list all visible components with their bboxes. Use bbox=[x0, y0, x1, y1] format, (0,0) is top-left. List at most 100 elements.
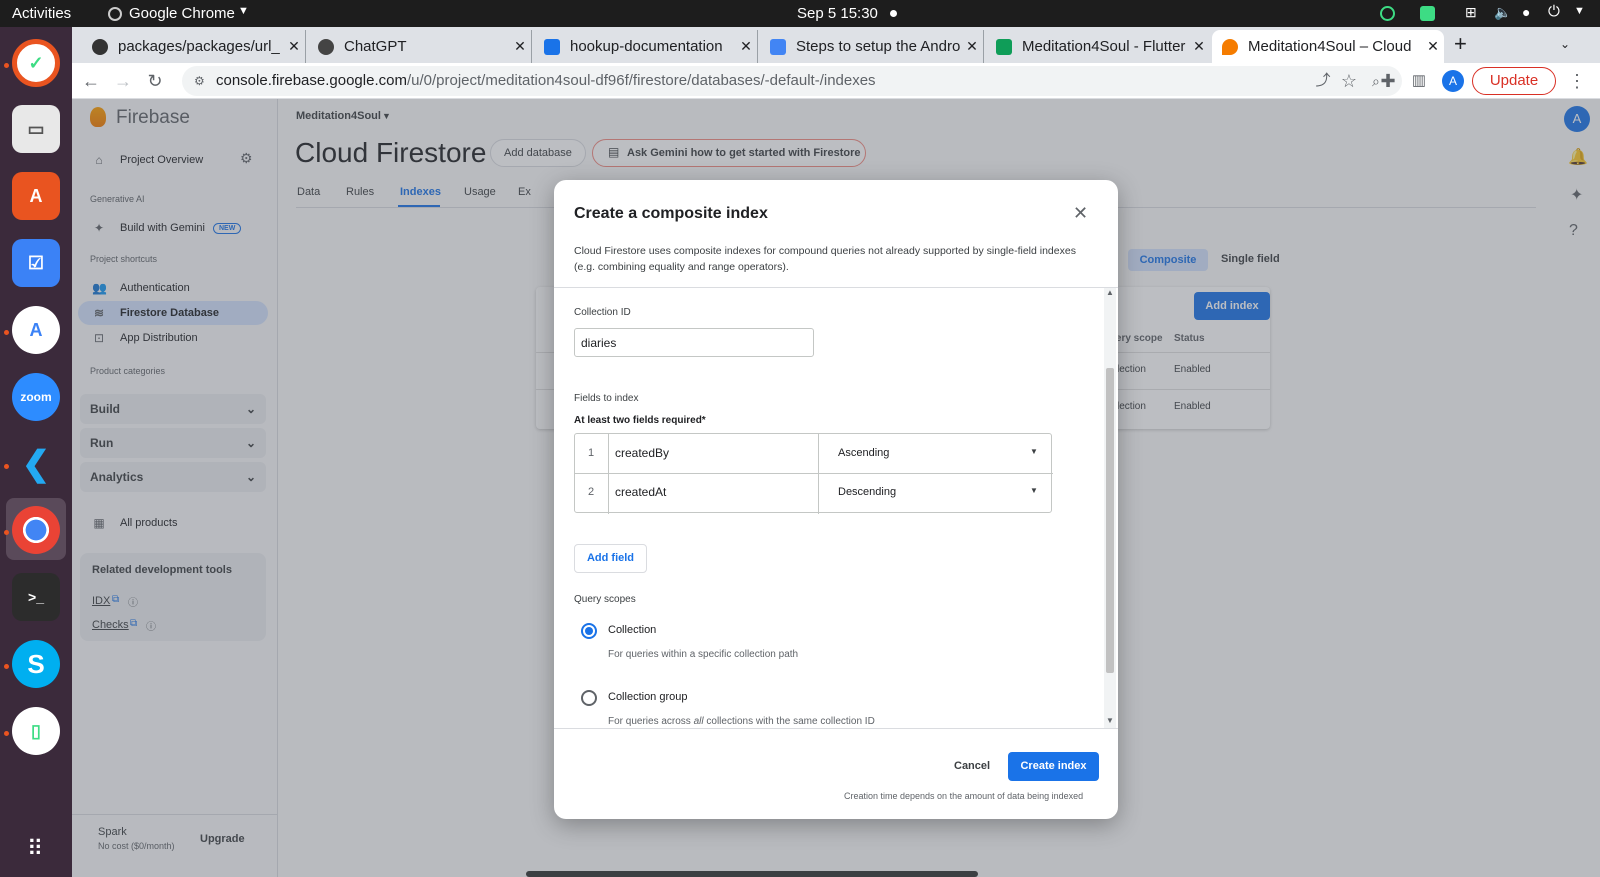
app-center-icon[interactable]: A bbox=[12, 172, 60, 220]
scrollbar-thumb[interactable] bbox=[1106, 368, 1114, 673]
address-bar[interactable]: ⚙ console.firebase.google.com/u/0/projec… bbox=[182, 66, 1402, 96]
profile-avatar[interactable]: A bbox=[1442, 70, 1464, 92]
system-menu-caret-icon[interactable]: ▼ bbox=[1574, 5, 1585, 17]
clock[interactable]: Sep 5 15:30 bbox=[797, 5, 878, 22]
reload-icon[interactable]: ↻ bbox=[144, 70, 166, 92]
extensions-icon[interactable]: ✚ bbox=[1377, 70, 1399, 92]
back-icon[interactable]: ← bbox=[80, 70, 102, 92]
terminal-icon[interactable]: >_ bbox=[12, 573, 60, 621]
divider bbox=[608, 434, 609, 514]
cancel-button[interactable]: Cancel bbox=[954, 760, 990, 772]
scope-collection-title: Collection bbox=[608, 624, 657, 636]
collection-id-input[interactable]: diaries bbox=[574, 328, 814, 357]
browser-tab[interactable]: packages/packages/url_ ✕ bbox=[82, 30, 306, 63]
tab-title: Steps to setup the Andro bbox=[796, 38, 961, 55]
fields-table: 1 createdBy Ascending ▼ 2 createdAt Desc… bbox=[574, 433, 1053, 514]
page-horizontal-scrollbar[interactable] bbox=[526, 871, 978, 877]
updater-icon[interactable]: ✓ bbox=[12, 39, 60, 87]
chatgpt-icon bbox=[318, 38, 334, 55]
network-icon[interactable]: ⊞ bbox=[1465, 4, 1477, 21]
scroll-up-icon[interactable]: ▲ bbox=[1106, 288, 1114, 297]
field-order-select[interactable]: Ascending bbox=[838, 447, 889, 459]
update-button[interactable]: Update bbox=[1472, 67, 1556, 95]
forward-icon[interactable]: → bbox=[112, 70, 134, 92]
creation-time-note: Creation time depends on the amount of d… bbox=[844, 791, 1084, 801]
android-studio-icon[interactable]: A bbox=[12, 306, 60, 354]
sync-status-icon[interactable] bbox=[1380, 6, 1395, 21]
firebase-favicon-icon bbox=[1222, 38, 1238, 55]
chrome-dock-icon[interactable] bbox=[12, 506, 60, 554]
volume-icon[interactable]: 🔈 bbox=[1494, 4, 1511, 21]
scope-collection-radio[interactable] bbox=[581, 623, 597, 639]
zoom-icon[interactable]: zoom bbox=[12, 373, 60, 421]
microphone-icon[interactable]: ● bbox=[1522, 4, 1530, 20]
close-tab-icon[interactable]: ✕ bbox=[1188, 38, 1210, 55]
desc-emphasis: all bbox=[693, 716, 704, 727]
close-tab-icon[interactable]: ✕ bbox=[1422, 38, 1444, 55]
tab-search-chevron-icon[interactable]: ⌄ bbox=[1560, 37, 1570, 51]
close-tab-icon[interactable]: ✕ bbox=[283, 38, 305, 55]
power-icon[interactable]: ⏻ bbox=[1548, 3, 1560, 20]
dropdown-arrow-icon[interactable]: ▼ bbox=[1030, 486, 1038, 495]
browser-tab[interactable]: ChatGPT ✕ bbox=[308, 30, 532, 63]
os-top-bar: Activities Google Chrome ▼ Sep 5 15:30 ⊞… bbox=[0, 0, 1600, 27]
github-icon bbox=[92, 38, 108, 55]
show-apps-grid-icon[interactable]: ⠿ bbox=[20, 833, 52, 865]
running-indicator bbox=[4, 63, 9, 68]
fields-hint: At least two fields required* bbox=[574, 415, 706, 426]
field-order-select[interactable]: Descending bbox=[838, 486, 896, 498]
scope-collection-group-radio[interactable] bbox=[581, 690, 597, 706]
divider bbox=[554, 728, 1118, 729]
browser-tab-strip: packages/packages/url_ ✕ ChatGPT ✕ hooku… bbox=[72, 27, 1600, 63]
browser-tab-active[interactable]: Meditation4Soul – Cloud ✕ bbox=[1212, 30, 1444, 63]
browser-toolbar: ← → ↻ ⚙ console.firebase.google.com/u/0/… bbox=[72, 63, 1600, 99]
page-icon bbox=[996, 38, 1012, 55]
shield-check-icon[interactable] bbox=[1420, 6, 1435, 21]
tab-title: Meditation4Soul - Flutter bbox=[1022, 38, 1186, 55]
dialog-title: Create a composite index bbox=[574, 205, 768, 222]
bookmark-star-icon[interactable]: ☆ bbox=[1338, 70, 1360, 92]
page-icon bbox=[770, 38, 786, 55]
divider bbox=[554, 287, 1118, 288]
create-index-button[interactable]: Create index bbox=[1008, 752, 1099, 781]
browser-tab[interactable]: Steps to setup the Andro ✕ bbox=[760, 30, 984, 63]
tab-title: packages/packages/url_ bbox=[118, 38, 280, 55]
running-indicator bbox=[4, 731, 9, 736]
url-path: /u/0/project/meditation4soul-df96f/fires… bbox=[406, 72, 876, 89]
dialog-description: Cloud Firestore uses composite indexes f… bbox=[574, 245, 1076, 273]
tab-title: Meditation4Soul – Cloud bbox=[1248, 38, 1412, 55]
close-tab-icon[interactable]: ✕ bbox=[961, 38, 983, 55]
dropdown-arrow-icon[interactable]: ▼ bbox=[1030, 447, 1038, 456]
docs-icon bbox=[544, 38, 560, 55]
desc-text: For queries across bbox=[608, 716, 694, 727]
create-index-dialog: Create a composite index ✕ Cloud Firesto… bbox=[554, 180, 1118, 819]
share-icon[interactable]: ⤴ bbox=[1312, 70, 1334, 92]
collection-id-label: Collection ID bbox=[574, 307, 631, 318]
browser-tab[interactable]: Meditation4Soul - Flutter ✕ bbox=[986, 30, 1210, 63]
site-info-icon[interactable]: ⚙ bbox=[194, 66, 205, 96]
url-domain: console.firebase.google.com bbox=[216, 72, 407, 89]
files-icon[interactable]: ▭ bbox=[12, 105, 60, 153]
dialog-scrollbar[interactable]: ▲ ▼ bbox=[1104, 288, 1116, 728]
scope-collection-group-title: Collection group bbox=[608, 691, 688, 703]
scroll-down-icon[interactable]: ▼ bbox=[1106, 716, 1114, 725]
side-panel-icon[interactable]: ▥ bbox=[1408, 70, 1430, 92]
field-path-input[interactable]: createdAt bbox=[615, 485, 666, 499]
device-icon[interactable]: ▯ bbox=[12, 707, 60, 755]
add-field-button[interactable]: Add field bbox=[574, 544, 647, 573]
close-tab-icon[interactable]: ✕ bbox=[509, 38, 531, 55]
new-tab-icon[interactable]: + bbox=[1454, 31, 1467, 57]
browser-menu-icon[interactable]: ⋮ bbox=[1566, 70, 1588, 92]
activities-button[interactable]: Activities bbox=[12, 5, 71, 22]
divider bbox=[818, 434, 819, 514]
field-number: 1 bbox=[588, 447, 595, 459]
close-tab-icon[interactable]: ✕ bbox=[735, 38, 757, 55]
tasks-icon[interactable]: ☑ bbox=[12, 239, 60, 287]
tab-title: hookup-documentation bbox=[570, 38, 723, 55]
browser-tab[interactable]: hookup-documentation ✕ bbox=[534, 30, 758, 63]
field-path-input[interactable]: createdBy bbox=[615, 446, 669, 460]
vscode-icon[interactable]: ❮ bbox=[12, 440, 60, 488]
skype-icon[interactable]: S bbox=[12, 640, 60, 688]
close-icon[interactable]: ✕ bbox=[1073, 203, 1088, 224]
app-menu-label[interactable]: Google Chrome bbox=[129, 5, 235, 22]
